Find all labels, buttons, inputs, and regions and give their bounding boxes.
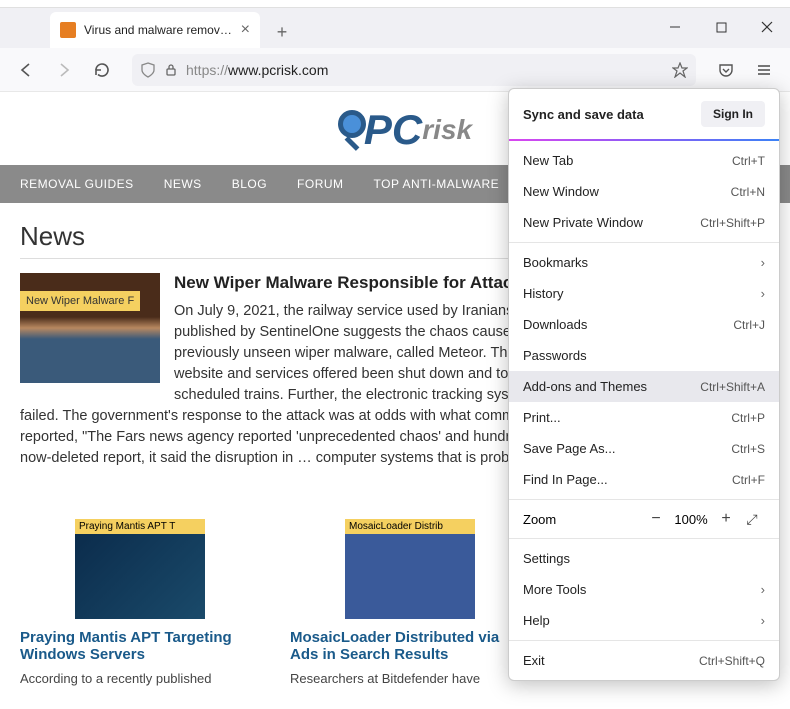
- maximize-button[interactable]: [698, 12, 744, 42]
- nav-removal-guides[interactable]: REMOVAL GUIDES: [20, 177, 134, 191]
- card-thumbnail[interactable]: Praying Mantis APT T: [75, 519, 205, 619]
- favicon-icon: [60, 22, 76, 38]
- zoom-value: 100%: [669, 512, 713, 527]
- menu-bookmarks[interactable]: Bookmarks ›: [509, 247, 779, 278]
- pocket-button[interactable]: [710, 54, 742, 86]
- tab-title: Virus and malware removal inst: [84, 23, 233, 37]
- magnifier-icon: [318, 110, 358, 150]
- card-title[interactable]: MosaicLoader Distributed via Ads in Sear…: [290, 629, 530, 663]
- menu-separator: [509, 538, 779, 539]
- menu-sync-header: Sync and save data Sign In: [509, 89, 779, 139]
- zoom-in-button[interactable]: +: [713, 510, 739, 528]
- forward-button[interactable]: [48, 54, 80, 86]
- bookmark-star-icon[interactable]: [672, 62, 688, 78]
- address-bar[interactable]: https://www.pcrisk.com: [132, 54, 696, 86]
- menu-separator: [509, 242, 779, 243]
- titlebar: [0, 0, 790, 8]
- chevron-right-icon: ›: [761, 286, 765, 301]
- menu-history[interactable]: History ›: [509, 278, 779, 309]
- menu-exit[interactable]: Exit Ctrl+Shift+Q: [509, 645, 779, 676]
- card-body: Researchers at Bitdefender have: [290, 671, 530, 686]
- sync-label: Sync and save data: [523, 107, 644, 122]
- menu-zoom: Zoom − 100% + ⤢: [509, 504, 779, 534]
- article-thumbnail[interactable]: New Wiper Malware F: [20, 273, 160, 383]
- lock-icon[interactable]: [164, 63, 178, 77]
- window-controls: [652, 12, 790, 42]
- thumbnail-caption: New Wiper Malware F: [20, 291, 140, 311]
- menu-separator: [509, 640, 779, 641]
- url-text: https://www.pcrisk.com: [186, 62, 664, 78]
- new-tab-button[interactable]: +: [266, 16, 298, 48]
- card-mosaicloader: MosaicLoader Distrib MosaicLoader Distri…: [290, 519, 530, 686]
- nav-blog[interactable]: BLOG: [232, 177, 267, 191]
- menu-separator: [509, 139, 779, 141]
- minimize-button[interactable]: [652, 12, 698, 42]
- menu-help[interactable]: Help ›: [509, 605, 779, 636]
- browser-tab[interactable]: Virus and malware removal inst ×: [50, 12, 260, 48]
- menu-addons-themes[interactable]: Add-ons and Themes Ctrl+Shift+A: [509, 371, 779, 402]
- menu-settings[interactable]: Settings: [509, 543, 779, 574]
- menu-passwords[interactable]: Passwords: [509, 340, 779, 371]
- menu-find-in-page[interactable]: Find In Page... Ctrl+F: [509, 464, 779, 495]
- card-praying-mantis: Praying Mantis APT T Praying Mantis APT …: [20, 519, 260, 686]
- back-button[interactable]: [10, 54, 42, 86]
- nav-news[interactable]: NEWS: [164, 177, 202, 191]
- chevron-right-icon: ›: [761, 255, 765, 270]
- app-menu-panel: Sync and save data Sign In New Tab Ctrl+…: [508, 88, 780, 681]
- menu-downloads[interactable]: Downloads Ctrl+J: [509, 309, 779, 340]
- menu-new-window[interactable]: New Window Ctrl+N: [509, 176, 779, 207]
- menu-save-page-as[interactable]: Save Page As... Ctrl+S: [509, 433, 779, 464]
- hamburger-menu-button[interactable]: [748, 54, 780, 86]
- nav-forum[interactable]: FORUM: [297, 177, 344, 191]
- card-title[interactable]: Praying Mantis APT Targeting Windows Ser…: [20, 629, 260, 663]
- shield-icon[interactable]: [140, 62, 156, 78]
- zoom-out-button[interactable]: −: [643, 510, 669, 528]
- sign-in-button[interactable]: Sign In: [701, 101, 765, 127]
- menu-new-tab[interactable]: New Tab Ctrl+T: [509, 145, 779, 176]
- close-window-button[interactable]: [744, 12, 790, 42]
- fullscreen-button[interactable]: ⤢: [739, 511, 765, 528]
- toolbar: https://www.pcrisk.com: [0, 48, 790, 92]
- menu-print[interactable]: Print... Ctrl+P: [509, 402, 779, 433]
- nav-top-antimalware[interactable]: TOP ANTI-MALWARE: [374, 177, 500, 191]
- menu-more-tools[interactable]: More Tools ›: [509, 574, 779, 605]
- close-tab-button[interactable]: ×: [241, 21, 250, 39]
- card-thumbnail[interactable]: MosaicLoader Distrib: [345, 519, 475, 619]
- chevron-right-icon: ›: [761, 613, 765, 628]
- chevron-right-icon: ›: [761, 582, 765, 597]
- card-body: According to a recently published: [20, 671, 260, 686]
- menu-new-private-window[interactable]: New Private Window Ctrl+Shift+P: [509, 207, 779, 238]
- reload-button[interactable]: [86, 54, 118, 86]
- menu-separator: [509, 499, 779, 500]
